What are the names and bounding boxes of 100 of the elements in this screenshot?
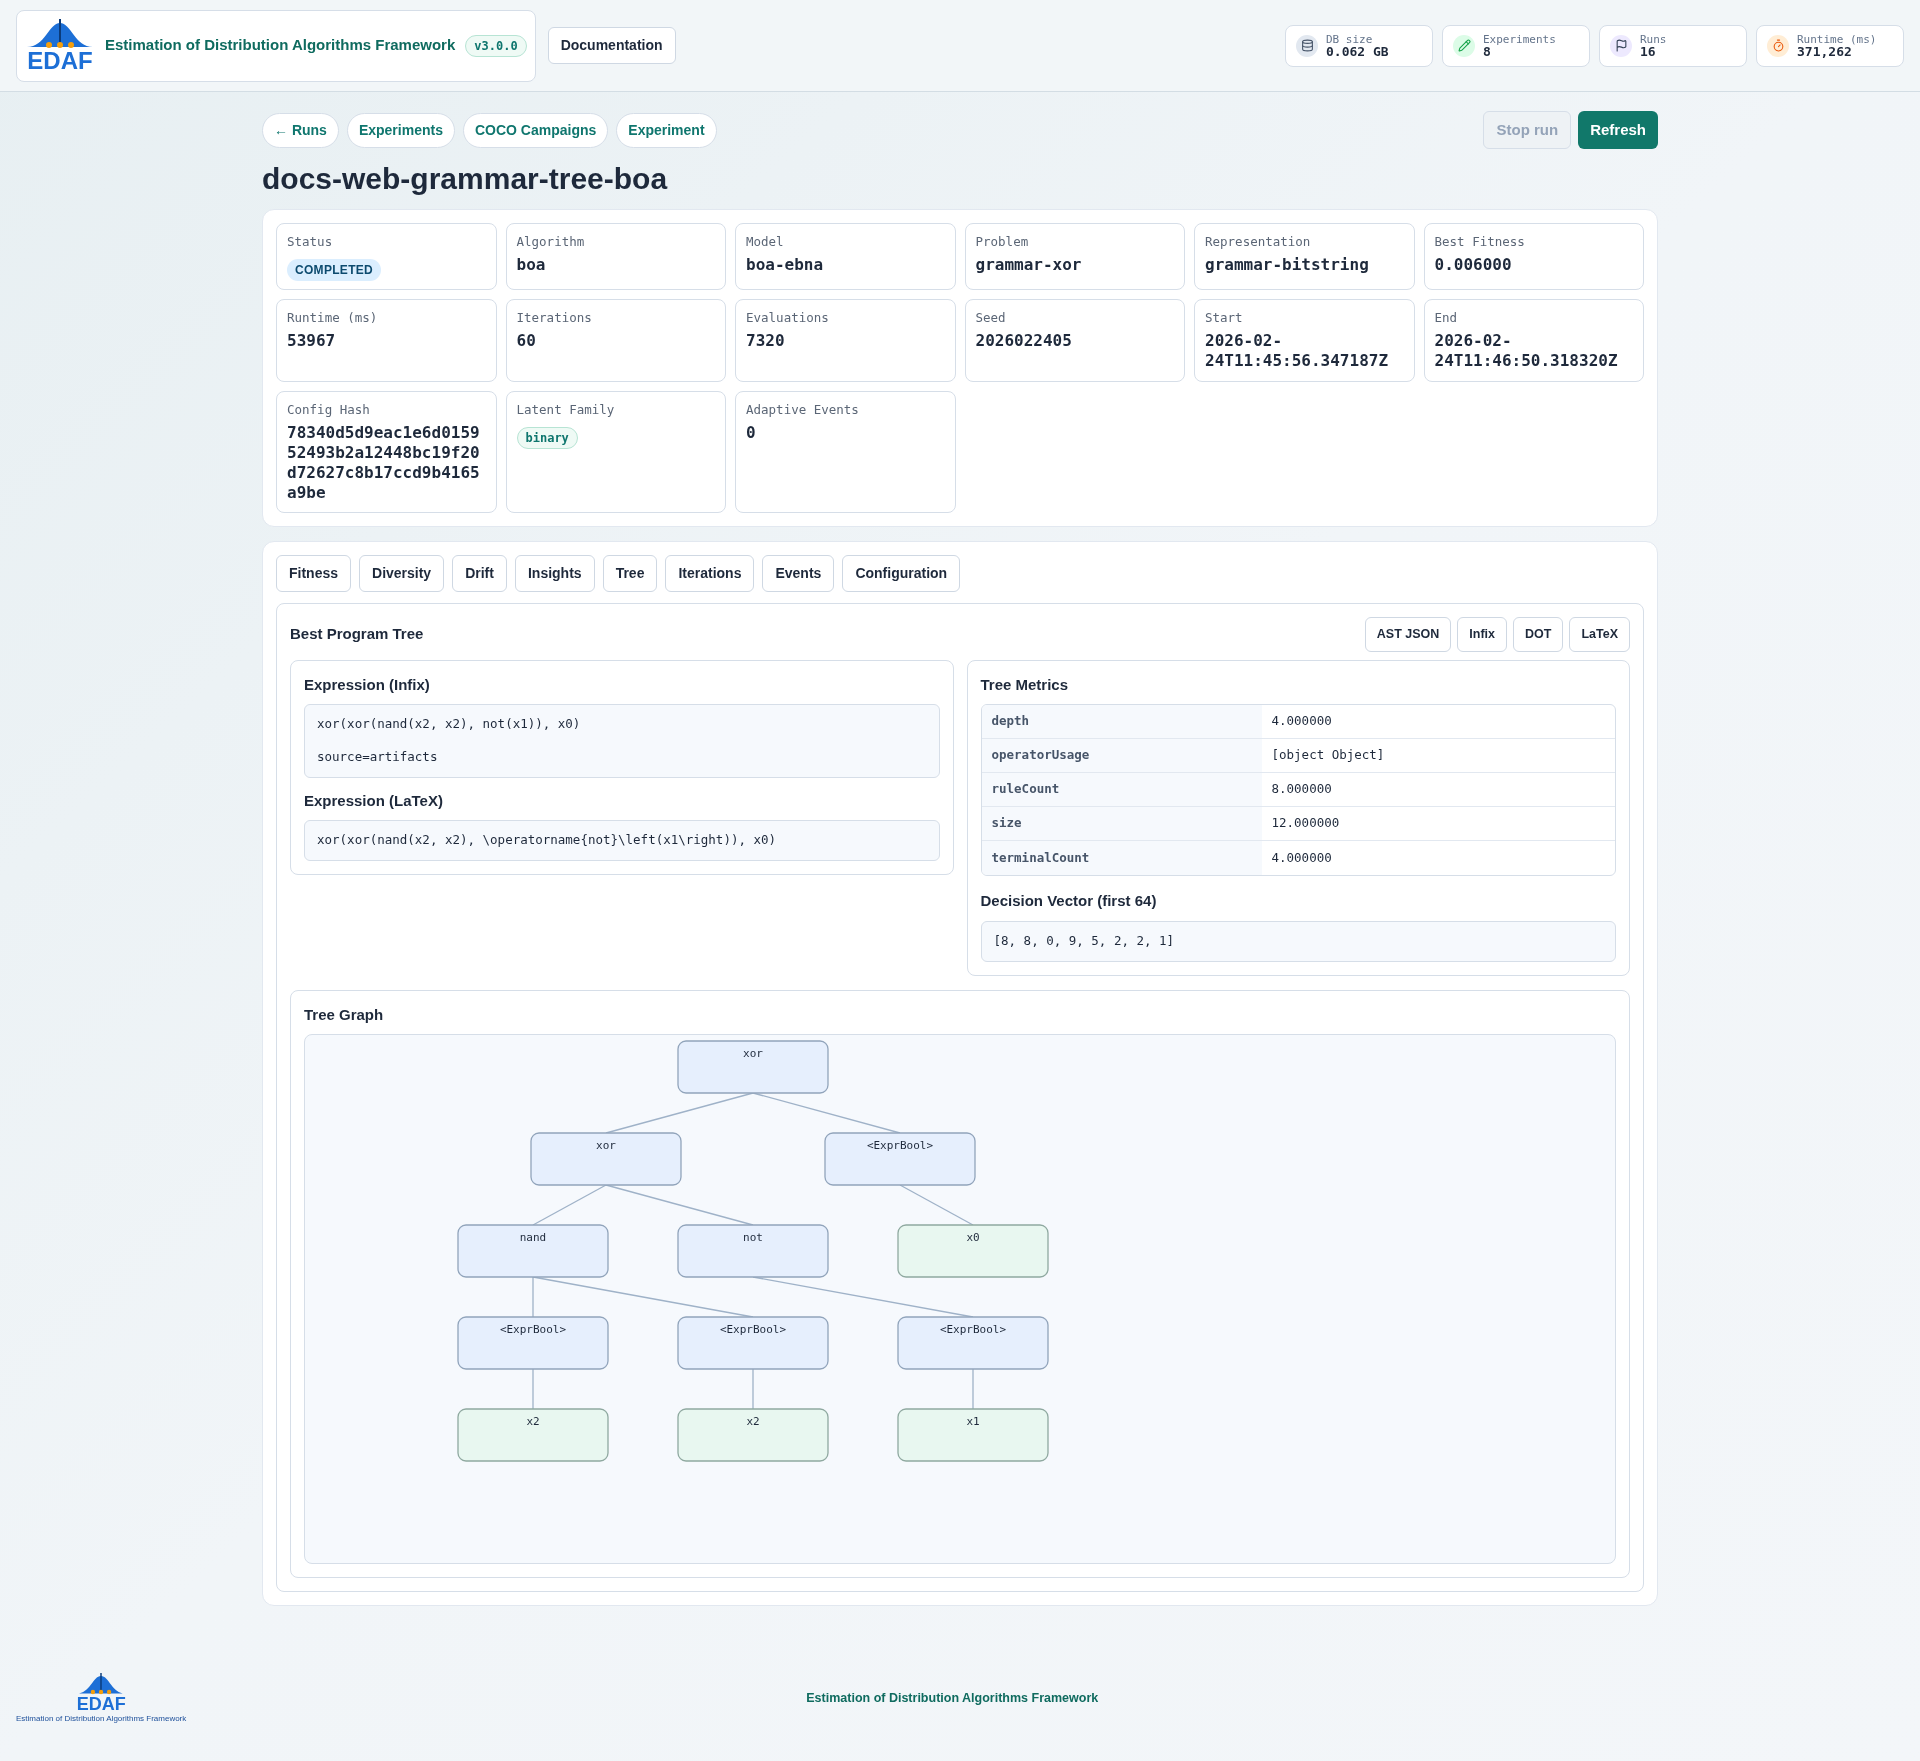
stat-value: 8 xyxy=(1483,44,1491,58)
field-label: Adaptive Events xyxy=(746,401,860,419)
app-title: Estimation of Distribution Algorithms Framework xyxy=(105,35,456,56)
metric-name: size xyxy=(981,807,1262,841)
flag-icon xyxy=(1610,34,1632,57)
field-value: 60 xyxy=(516,330,537,351)
field-value: 7320 xyxy=(746,330,786,351)
field-value: 2026022405 xyxy=(975,330,1073,351)
run-title: docs-web-grammar-tree-boa xyxy=(262,161,669,197)
edge-line xyxy=(752,1368,754,1410)
version-badge: v3.0.0 xyxy=(465,34,527,57)
tab[interactable]: Configuration xyxy=(842,555,961,592)
tab[interactable]: Events xyxy=(762,555,835,592)
terminal-node: x2 xyxy=(677,1408,829,1462)
breadcrumb-link[interactable]: Experiment xyxy=(616,112,717,148)
operator-node: <ExprBool> xyxy=(677,1316,829,1370)
field-label: End xyxy=(1434,309,1459,327)
terminal-node: x0 xyxy=(897,1224,1049,1278)
format-button[interactable]: AST JSON xyxy=(1364,617,1452,652)
metric-name: depth xyxy=(981,705,1262,739)
field-value: grammar-bitstring xyxy=(1205,254,1370,275)
vector-block: [8, 8, 0, 9, 5, 2, 2, 1] xyxy=(980,920,1616,962)
field-label: Config Hash xyxy=(287,401,371,419)
field-label: Status xyxy=(287,233,334,251)
pencil-icon xyxy=(1453,34,1475,57)
metric-value: 4.000000 xyxy=(1270,848,1333,867)
operator-node: nand xyxy=(457,1224,609,1278)
tab[interactable]: Fitness xyxy=(276,555,351,592)
format-button[interactable]: LaTeX xyxy=(1569,617,1630,652)
stat-value: 371,262 xyxy=(1797,44,1852,58)
family-tag: binary xyxy=(516,426,578,449)
source-text: source=artifacts xyxy=(317,748,439,766)
metric-name: ruleCount xyxy=(981,773,1262,807)
edge-line xyxy=(532,1368,534,1410)
card-title: Expression (LaTeX) xyxy=(304,790,444,811)
action-button[interactable]: Refresh xyxy=(1578,110,1658,150)
field-label: Best Fitness xyxy=(1434,233,1526,251)
metric-value: 4.000000 xyxy=(1270,712,1333,731)
operator-node: <ExprBool> xyxy=(897,1316,1049,1370)
expression-text: xor(xor(nand(x2, x2), not(x1)), x0) xyxy=(317,715,582,734)
field-label: Seed xyxy=(975,309,1007,327)
field-label: Evaluations xyxy=(746,309,830,327)
field-value: 0 xyxy=(746,422,757,443)
operator-node: xor xyxy=(677,1040,829,1094)
card-title: Expression (Infix) xyxy=(304,674,431,695)
logo-caption: Estimation of Distribution Algorithms Framework xyxy=(16,1715,187,1723)
metric-value: [object Object] xyxy=(1270,746,1386,765)
stat-value: 0.062 GB xyxy=(1326,44,1389,58)
operator-node: not xyxy=(677,1224,829,1278)
documentation-button[interactable]: Documentation xyxy=(547,27,676,64)
field-value: 78340d5d9eac1e6d015952493b2a12448bc19f20d72627c8b17ccd9b4165a9be xyxy=(287,422,481,503)
terminal-node: x1 xyxy=(897,1408,1049,1462)
tab[interactable]: Iterations xyxy=(665,555,755,592)
field-value: 0.006000 xyxy=(1434,254,1513,275)
operator-node: <ExprBool> xyxy=(824,1132,976,1186)
stat-label: Experiments xyxy=(1483,33,1556,45)
status-badge: COMPLETED xyxy=(287,258,382,281)
tab[interactable]: Tree xyxy=(602,555,658,592)
operator-node: <ExprBool> xyxy=(457,1316,609,1370)
field-value: 2026-02-24T11:46:50.318320Z xyxy=(1434,330,1619,371)
field-label: Iterations xyxy=(516,309,593,327)
section-title: Best Program Tree xyxy=(290,624,424,645)
metric-value: 8.000000 xyxy=(1270,780,1333,799)
breadcrumb-link[interactable]: COCO Campaigns xyxy=(462,112,609,148)
stat-label: Runs xyxy=(1640,33,1667,45)
format-button[interactable]: Infix xyxy=(1457,617,1507,652)
field-value: boa xyxy=(516,254,547,275)
terminal-node: x2 xyxy=(457,1408,609,1462)
field-value: boa-ebna xyxy=(746,254,825,275)
card-title: Tree Graph xyxy=(304,1004,385,1025)
tab[interactable]: Drift xyxy=(452,555,507,592)
field-label: Latent Family xyxy=(516,401,616,419)
field-label: Start xyxy=(1205,309,1244,327)
metric-name: terminalCount xyxy=(981,841,1262,876)
breadcrumb-link[interactable]: Experiments xyxy=(346,112,455,148)
field-label: Problem xyxy=(975,233,1030,251)
logo-text: EDAF xyxy=(27,48,93,73)
field-label: Algorithm xyxy=(516,233,586,251)
database-icon xyxy=(1296,34,1318,57)
field-label: Representation xyxy=(1205,233,1312,251)
field-value: 53967 xyxy=(287,330,337,351)
format-button[interactable]: DOT xyxy=(1513,617,1564,652)
field-label: Runtime (ms) xyxy=(287,309,379,327)
card-title: Decision Vector (first 64) xyxy=(980,891,1158,912)
operator-node: xor xyxy=(530,1132,682,1186)
field-value: 2026-02-24T11:45:56.347187Z xyxy=(1205,330,1390,371)
metric-name: operatorUsage xyxy=(981,739,1262,773)
card-title: Tree Metrics xyxy=(980,674,1070,695)
tab[interactable]: Diversity xyxy=(359,555,445,592)
edge-line xyxy=(972,1368,974,1410)
field-label: Model xyxy=(746,233,785,251)
footer-text: Estimation of Distribution Algorithms Framework xyxy=(806,1689,1099,1707)
stat-label: DB size xyxy=(1326,33,1374,45)
breadcrumb-link[interactable]: ← Runs xyxy=(262,112,339,148)
logo-text: EDAF xyxy=(76,1695,126,1713)
code-block: xor(xor(nand(x2, x2), \operatorname{not}\left(x1\right)), x0) xyxy=(304,820,940,861)
metric-value: 12.000000 xyxy=(1270,814,1341,833)
stat-label: Runtime (ms) xyxy=(1797,33,1877,45)
tab[interactable]: Insights xyxy=(514,555,595,592)
timer-icon xyxy=(1767,34,1789,57)
